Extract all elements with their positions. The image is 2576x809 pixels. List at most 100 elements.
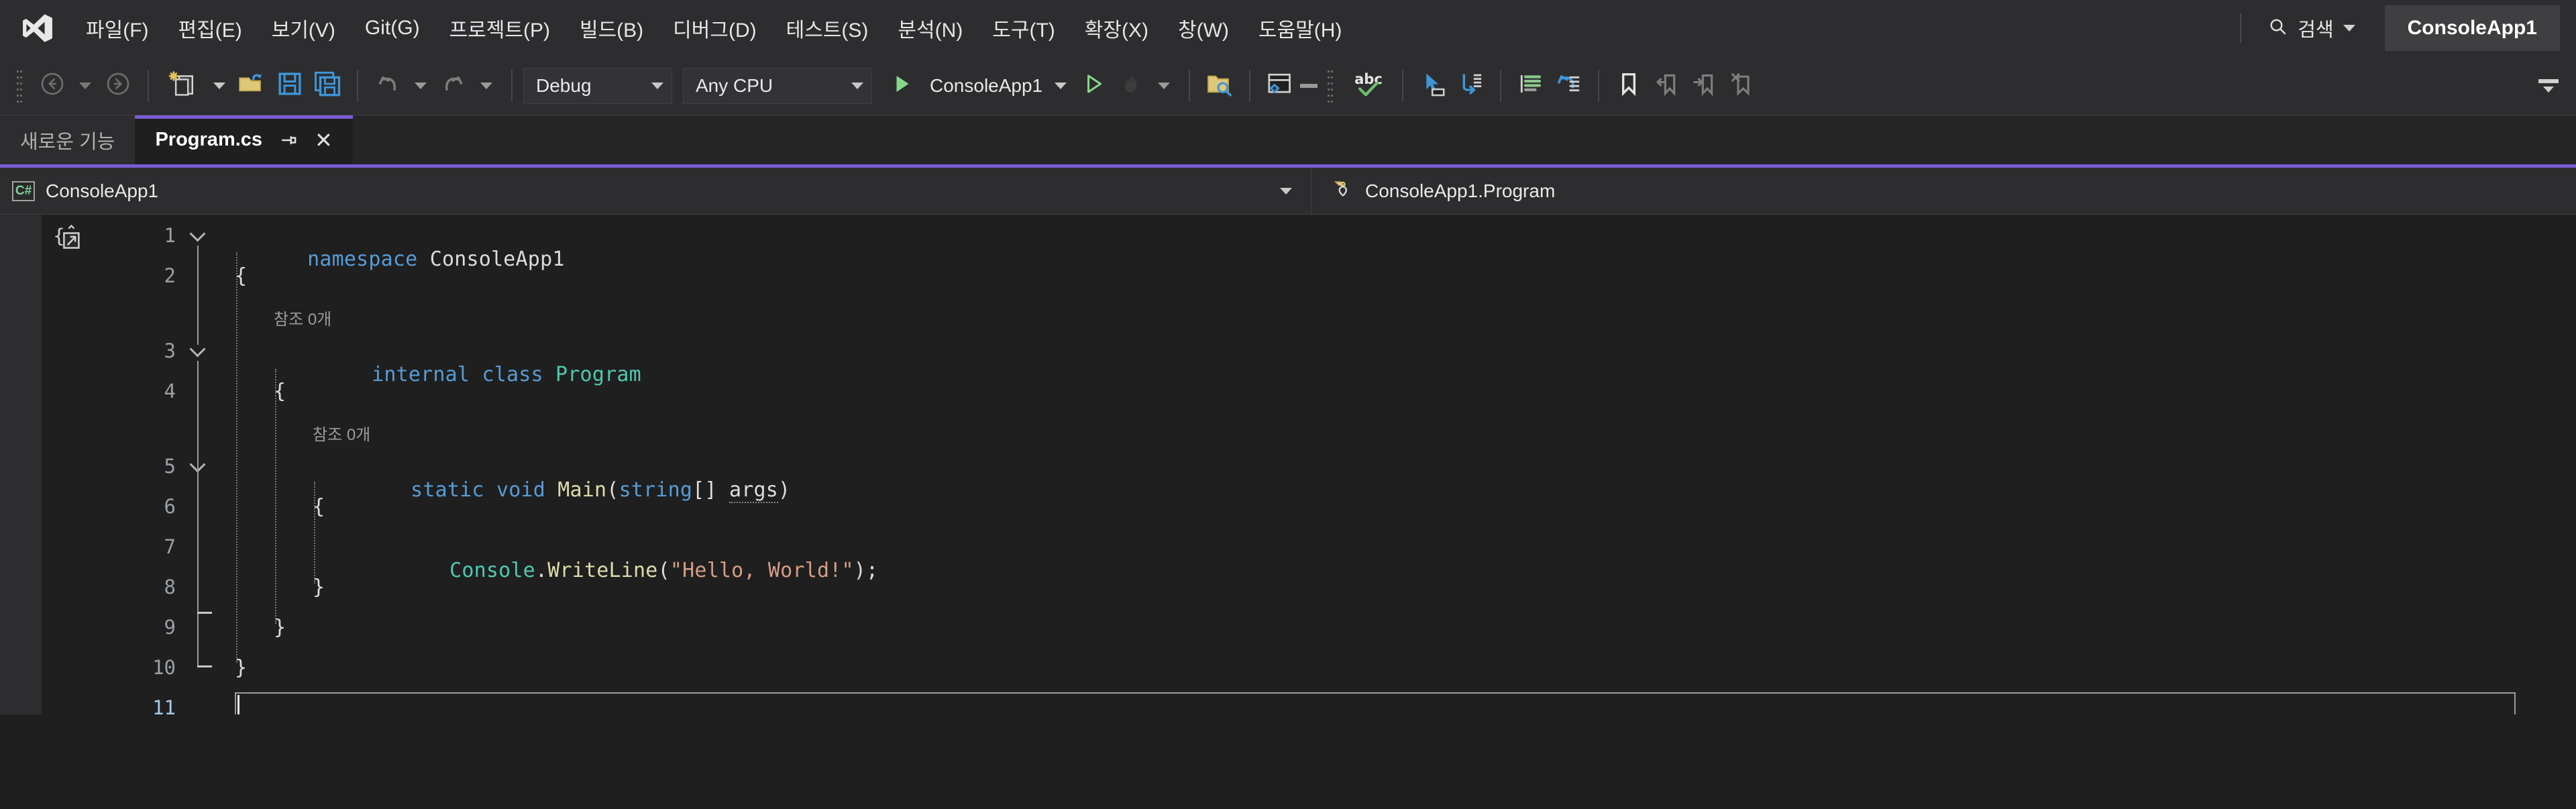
undo-button[interactable] (369, 67, 407, 105)
menu-item-window[interactable]: 창(W) (1163, 7, 1244, 50)
search-label: 검색 (2298, 19, 2334, 41)
save-icon (276, 70, 304, 101)
chevron-down-icon (851, 82, 863, 89)
menu-bar: 파일(F) 편집(E) 보기(V) Git(G) 프로젝트(P) 빌드(B) 디… (0, 0, 2576, 56)
save-button[interactable] (271, 67, 309, 105)
hot-reload-button[interactable] (1112, 67, 1150, 105)
toolbar-separator (1500, 69, 1502, 102)
tab-whats-new[interactable]: 새로운 기능 (0, 115, 136, 164)
toolbar-separator (1249, 69, 1251, 102)
code-line-8: } (313, 576, 325, 599)
solution-configuration-combobox[interactable]: Debug (523, 67, 672, 104)
menu-item-analyze[interactable]: 분석(N) (883, 7, 977, 50)
toolbar-overflow-button[interactable] (2538, 78, 2559, 93)
code-line-5: static void Main(string[] args) (411, 478, 791, 503)
codelens-namespace-references[interactable]: 참조 0개 (274, 306, 331, 329)
tab-label: Program.cs (155, 129, 263, 150)
menu-item-test[interactable]: 테스트(S) (771, 7, 883, 50)
toolbar-grip-2[interactable] (1327, 68, 1334, 103)
previous-bookmark-button[interactable] (1648, 67, 1685, 105)
selection-mode-button[interactable] (1414, 67, 1452, 105)
undo-history-button[interactable] (1550, 67, 1587, 105)
menu-item-tools[interactable]: 도구(T) (977, 7, 1070, 50)
open-file-button[interactable] (233, 67, 271, 105)
clear-bookmarks-button[interactable] (1723, 67, 1760, 105)
next-bookmark-icon (1690, 70, 1717, 101)
save-all-button[interactable] (309, 67, 346, 105)
pointer-select-icon (1419, 70, 1447, 101)
search-button[interactable]: 검색 (2259, 9, 2364, 48)
chevron-down-icon (2343, 25, 2355, 32)
line-number: 4 (164, 380, 176, 402)
menu-item-extensions[interactable]: 확장(X) (1070, 7, 1163, 50)
find-in-files-icon (1205, 70, 1234, 101)
hot-reload-dropdown[interactable] (1158, 82, 1171, 89)
menu-item-project[interactable]: 프로젝트(P) (435, 7, 565, 50)
toggle-bookmark-button[interactable] (1610, 67, 1648, 105)
next-bookmark-button[interactable] (1685, 67, 1723, 105)
indicator-margin[interactable] (0, 215, 42, 714)
navigate-forward-button[interactable] (99, 67, 137, 105)
tab-label: 새로운 기능 (20, 131, 115, 153)
search-icon (2268, 17, 2288, 40)
menu-item-help[interactable]: 도움말(H) (1244, 7, 1356, 50)
member-dropdown[interactable]: ConsoleApp1.Program (1311, 168, 1567, 214)
code-surface[interactable]: { 1 2 3 4 5 6 7 8 9 10 11 namespace Cons… (42, 215, 2576, 714)
line-wrap-button[interactable] (1452, 67, 1489, 105)
start-without-debugging-button[interactable] (1075, 67, 1112, 105)
code-line-6: { (313, 495, 325, 519)
redo-button[interactable] (435, 67, 472, 105)
expand-all-outlining-icon[interactable]: { (50, 224, 89, 254)
start-debugging-button[interactable] (883, 67, 920, 105)
line-number: 8 (164, 576, 176, 598)
redo-icon (440, 70, 467, 101)
code-editor[interactable]: { 1 2 3 4 5 6 7 8 9 10 11 namespace Cons… (0, 215, 2576, 714)
line-number: 10 (152, 656, 176, 679)
indent-guides-button[interactable] (1512, 67, 1550, 105)
start-debugging-label[interactable]: ConsoleApp1 (930, 75, 1042, 97)
menu-item-view[interactable]: 보기(V) (257, 7, 350, 50)
toolbar-separator (511, 69, 513, 102)
spell-check-button[interactable]: abc (1346, 67, 1391, 105)
project-dropdown[interactable]: C# ConsoleApp1 (0, 168, 1311, 214)
codelens-class-references[interactable]: 참조 0개 (313, 421, 370, 445)
outline-tick-class (197, 612, 212, 614)
new-project-icon (167, 68, 198, 103)
open-file-icon (237, 69, 267, 102)
undo-dropdown[interactable] (415, 82, 427, 89)
live-share-minus-icon (1300, 83, 1318, 88)
indent-guide-1 (236, 252, 237, 663)
new-project-button[interactable] (160, 67, 205, 105)
start-debugging-dropdown[interactable] (1055, 82, 1067, 89)
menu-item-build[interactable]: 빌드(B) (565, 7, 658, 50)
live-share-button[interactable] (1261, 67, 1299, 105)
chevron-down-icon (1280, 187, 1292, 195)
menu-item-git[interactable]: Git(G) (350, 10, 435, 46)
live-share-icon (1266, 70, 1294, 101)
project-chip[interactable]: ConsoleApp1 (2384, 5, 2560, 51)
tab-program-cs[interactable]: Program.cs ✕ (135, 115, 354, 164)
outline-tick-namespace (197, 665, 212, 667)
pin-icon[interactable] (280, 131, 299, 150)
menu-item-file[interactable]: 파일(F) (71, 7, 164, 50)
solution-platform-combobox[interactable]: Any CPU (683, 67, 872, 104)
line-number-current: 11 (152, 696, 176, 714)
find-in-files-button[interactable] (1201, 67, 1238, 105)
code-line-1: namespace ConsoleApp1 (307, 248, 565, 271)
toolbar-overflow-icon (2538, 78, 2559, 83)
menu-item-debug[interactable]: 디버그(D) (658, 7, 771, 50)
indent-guides-icon (1517, 70, 1545, 101)
close-icon[interactable]: ✕ (315, 129, 333, 151)
chevron-down-icon (651, 82, 663, 89)
navigate-back-button[interactable] (34, 67, 71, 105)
collapse-chevron-namespace[interactable] (191, 225, 205, 240)
menu-item-edit[interactable]: 편집(E) (164, 7, 257, 50)
redo-dropdown[interactable] (480, 82, 492, 89)
line-number: 1 (164, 224, 176, 247)
toolbar-grip[interactable] (16, 68, 23, 103)
csharp-project-icon: C# (12, 180, 35, 201)
code-line-3: internal class Program (372, 363, 641, 386)
navigate-back-dropdown[interactable] (79, 82, 91, 89)
solution-configuration-value: Debug (536, 74, 592, 96)
new-project-dropdown[interactable] (213, 82, 225, 89)
